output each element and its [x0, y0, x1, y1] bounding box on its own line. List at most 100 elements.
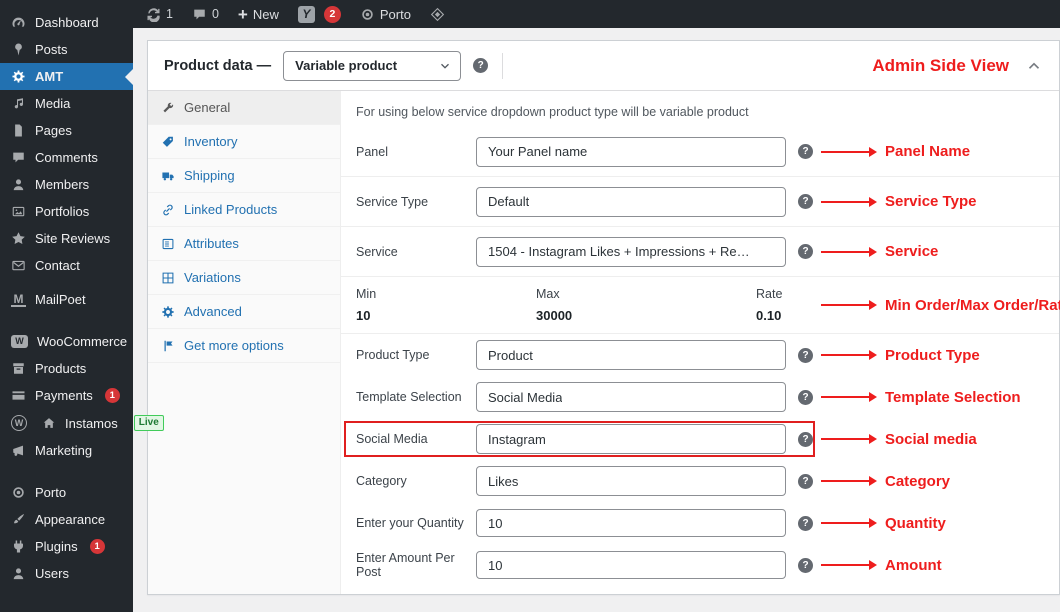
- help-icon[interactable]: ?: [798, 347, 813, 363]
- sidebar-item-label: Portfolios: [35, 204, 90, 219]
- sidebar-item-appearance[interactable]: Appearance: [0, 506, 133, 533]
- arrow-line: [821, 396, 869, 398]
- topbar-item-yoast[interactable]: Y2: [293, 0, 346, 28]
- topbar-item-comments[interactable]: 0: [187, 0, 224, 28]
- arrow-head-icon: [869, 350, 877, 360]
- sidebar-item-mailpoet[interactable]: M MailPoet: [0, 286, 133, 313]
- product-type-select[interactable]: Product: [476, 340, 786, 370]
- help-icon[interactable]: ?: [798, 244, 813, 259]
- select-value: Instagram: [488, 431, 546, 447]
- min-max-rate-group: Min 10 Max 30000 Rate 0.10: [356, 287, 813, 323]
- service-type-select[interactable]: Default: [476, 186, 786, 217]
- help-icon[interactable]: ?: [798, 557, 813, 573]
- product-type-select-value: Variable product: [295, 58, 398, 73]
- tab-general[interactable]: General: [148, 91, 340, 125]
- sidebar-item-instamos[interactable]: W Instamos Live: [0, 409, 164, 437]
- help-icon[interactable]: ?: [798, 515, 813, 531]
- field-label: Product Type: [356, 348, 430, 362]
- sidebar-item-site-reviews[interactable]: Site Reviews: [0, 225, 133, 252]
- topbar-item-diamond[interactable]: [425, 0, 450, 28]
- field-row-category: Category Likes? Category: [341, 460, 1059, 502]
- stat-value: 0.10: [756, 308, 782, 323]
- plug-icon: [11, 539, 26, 554]
- topbar-item-update[interactable]: 1: [141, 0, 178, 28]
- sidebar-item-users[interactable]: Users: [0, 560, 133, 587]
- tab-advanced[interactable]: Advanced: [148, 295, 340, 329]
- sidebar-item-marketing[interactable]: Marketing: [0, 437, 133, 464]
- red-annotation: Social media: [821, 431, 977, 448]
- field-row-enter-amount-per-post: Enter Amount Per Post? Amount: [341, 544, 1059, 586]
- topbar-item-new[interactable]: + New: [233, 0, 284, 28]
- sidebar-item-comments[interactable]: Comments: [0, 144, 133, 171]
- tab-shipping[interactable]: Shipping: [148, 159, 340, 193]
- sidebar-item-plugins[interactable]: Plugins 1: [0, 533, 133, 560]
- help-icon[interactable]: ?: [798, 144, 813, 159]
- red-annotation: Service Type: [821, 193, 976, 210]
- social-media-select[interactable]: Instagram: [476, 424, 786, 454]
- service-select[interactable]: 1504 - Instagram Likes + Impressions + R…: [476, 236, 786, 267]
- arrow-line: [821, 522, 869, 524]
- arrow-line: [821, 150, 869, 153]
- megaphone-icon: [11, 443, 26, 458]
- sidebar-item-payments[interactable]: Payments 1: [0, 382, 133, 409]
- annotation-text: Social media: [885, 430, 977, 448]
- stat-label: Rate: [756, 287, 783, 301]
- arrow-head-icon: [869, 146, 877, 157]
- help-icon[interactable]: ?: [798, 194, 813, 209]
- category-select[interactable]: Likes: [476, 466, 786, 496]
- enter-amount-per-post-input[interactable]: [476, 551, 786, 579]
- product-data-body: General Inventory Shipping Linked Products A…: [148, 91, 1060, 594]
- pages-icon: [11, 123, 26, 138]
- sidebar-item-contact[interactable]: Contact: [0, 252, 133, 279]
- sidebar-item-products[interactable]: Products: [0, 355, 133, 382]
- sidebar-item-amt[interactable]: AMT: [0, 63, 133, 90]
- arrow-head-icon: [869, 476, 877, 486]
- template-selection-select[interactable]: Social Media: [476, 382, 786, 412]
- panel-select[interactable]: Your Panel name: [476, 136, 786, 167]
- box-icon: [11, 361, 26, 376]
- sidebar-item-dashboard[interactable]: Dashboard: [0, 9, 133, 36]
- topbar-item-porto[interactable]: Porto: [355, 0, 416, 28]
- tab-inventory[interactable]: Inventory: [148, 125, 340, 159]
- tab-get-more-options[interactable]: Get more options: [148, 329, 340, 363]
- tab-linked-products[interactable]: Linked Products: [148, 193, 340, 227]
- sidebar-item-pages[interactable]: Pages: [0, 117, 133, 144]
- arrow-head-icon: [869, 518, 877, 528]
- help-icon[interactable]: ?: [798, 473, 813, 489]
- tab-label: Variations: [184, 270, 241, 285]
- field-row-panel: Panel Your Panel name? Panel Name: [341, 127, 1059, 177]
- sidebar-item-label: Members: [35, 177, 90, 192]
- chevron-down-icon: [763, 348, 777, 362]
- sidebar-item-media[interactable]: Media: [0, 90, 133, 117]
- sidebar-item-porto[interactable]: Porto: [0, 479, 133, 506]
- truck-icon: [161, 169, 175, 183]
- red-annotation: Min Order/Max Order/Rate: [821, 297, 1060, 314]
- tab-attributes[interactable]: Attributes: [148, 227, 340, 261]
- collapse-panel-icon[interactable]: [1025, 57, 1043, 75]
- arrow-line: [821, 304, 869, 306]
- enter-your-quantity-input[interactable]: [476, 509, 786, 537]
- tab-variations[interactable]: Variations: [148, 261, 340, 295]
- field-row-service-type: Service Type Default? Service Type: [341, 177, 1059, 227]
- sidebar-item-label: MailPoet: [35, 292, 86, 307]
- sidebar-item-portfolios[interactable]: Portfolios: [0, 198, 133, 225]
- annotation-text: Template Selection: [885, 388, 1021, 406]
- tab-label: Shipping: [184, 168, 235, 183]
- count-badge: 1: [89, 539, 105, 554]
- field-label: Enter your Quantity: [356, 516, 464, 530]
- arrow-line: [821, 480, 869, 482]
- sidebar-item-woocommerce[interactable]: W WooCommerce: [0, 328, 133, 355]
- help-icon[interactable]: ?: [798, 431, 813, 447]
- flag-icon: [161, 339, 175, 353]
- topbar-label: Porto: [379, 6, 411, 22]
- sidebar-item-label: Dashboard: [35, 15, 99, 30]
- product-type-select[interactable]: Variable product: [283, 50, 462, 81]
- help-icon[interactable]: ?: [798, 389, 813, 405]
- envelope-icon: [11, 258, 26, 273]
- help-icon[interactable]: ?: [473, 58, 489, 73]
- sidebar-item-members[interactable]: Members: [0, 171, 133, 198]
- sidebar-item-posts[interactable]: Posts: [0, 36, 133, 63]
- arrow-head-icon: [869, 246, 877, 257]
- update-icon: [146, 7, 161, 22]
- plus-icon: +: [237, 4, 248, 24]
